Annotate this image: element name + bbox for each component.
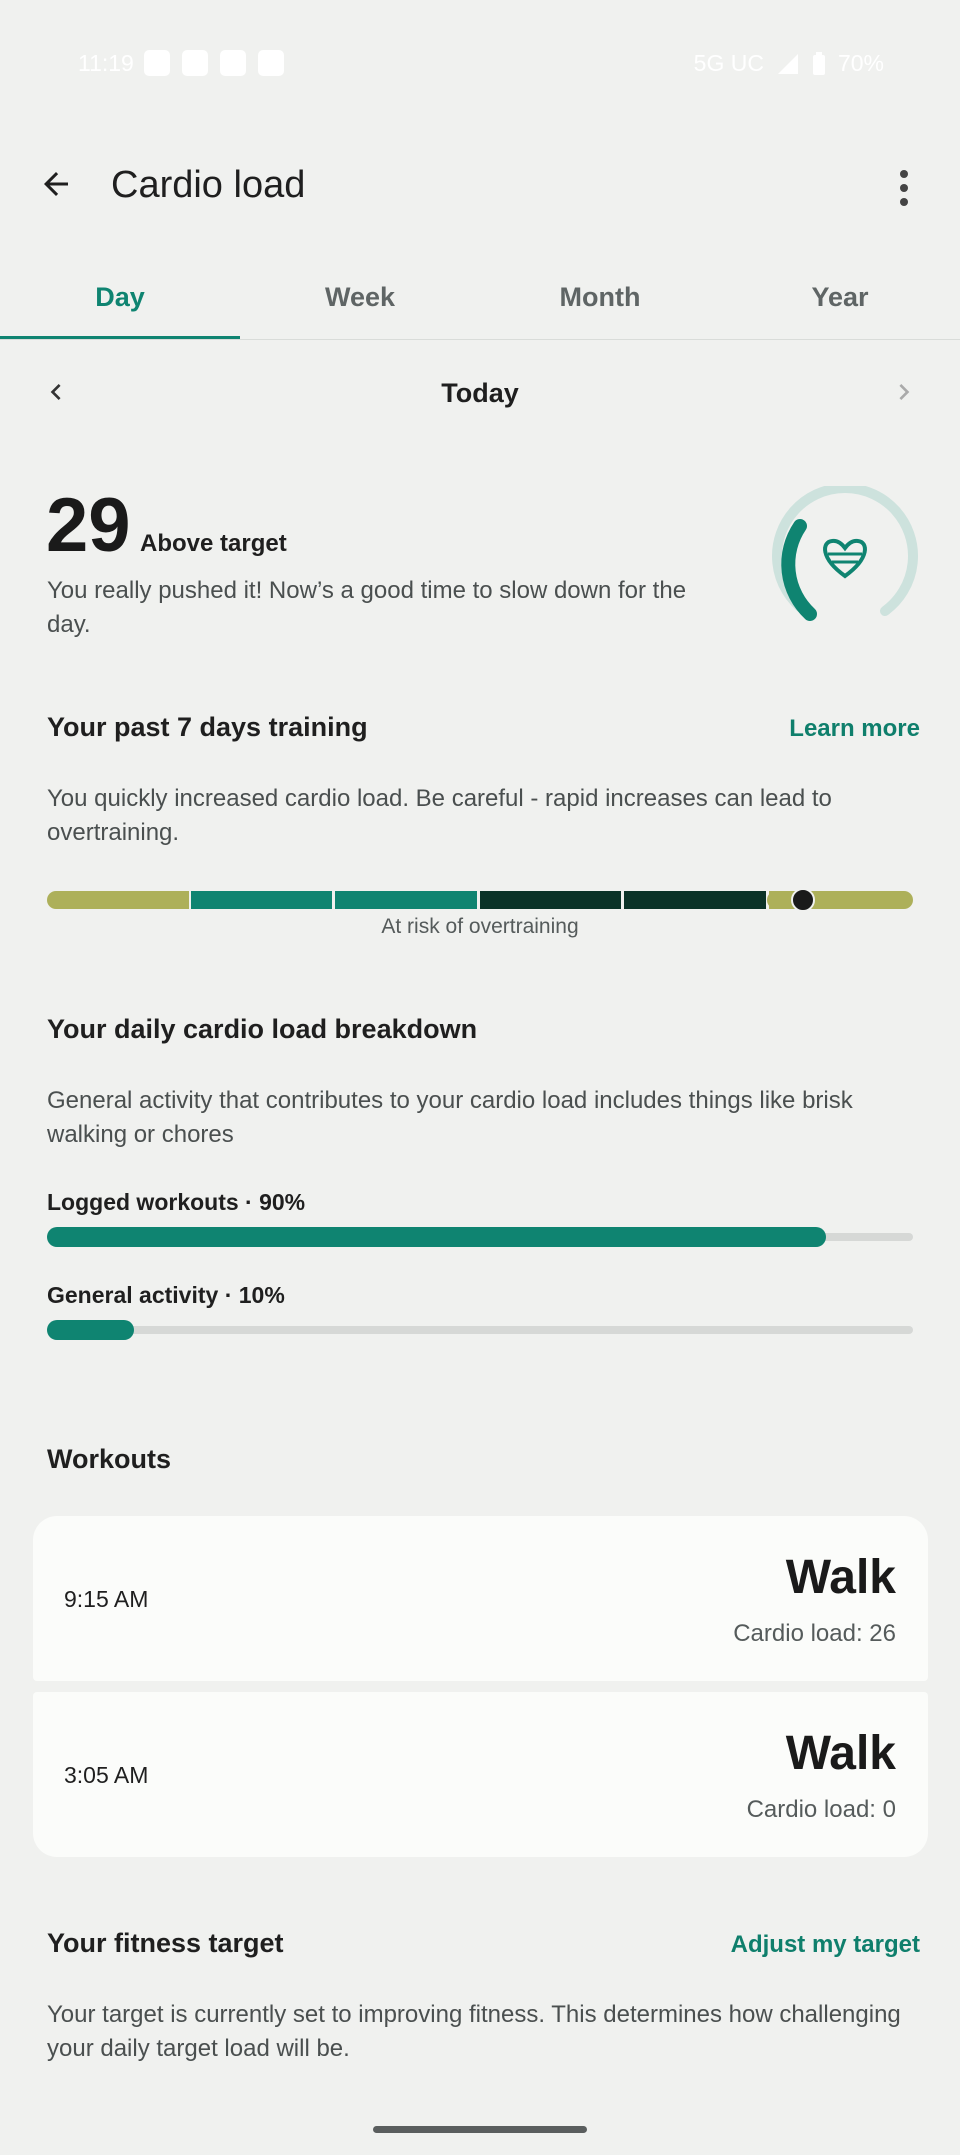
network-label: 5G UC — [693, 50, 764, 76]
cardio-load-gauge — [770, 483, 920, 626]
workout-card[interactable]: 3:05 AM Walk Cardio load: 0 — [33, 1692, 928, 1857]
gauge-ring — [772, 483, 918, 621]
status-right: 5G UC 70% — [694, 50, 884, 77]
tab-year[interactable]: Year — [720, 270, 960, 340]
chevron-left-icon — [50, 384, 61, 400]
score-description: You really pushed it! Now’s a good time … — [47, 577, 687, 638]
more-vert-icon — [900, 170, 908, 178]
workouts-title: Workouts — [47, 1444, 172, 1474]
fitness-target-title: Your fitness target — [47, 1928, 284, 1958]
page-title: Cardio load — [111, 164, 306, 206]
workout-time: 3:05 AM — [64, 1762, 149, 1788]
logged-workouts-fill — [47, 1227, 827, 1247]
training-description: You quickly increased cardio load. Be ca… — [47, 785, 832, 846]
general-activity-label: General activity · 10% — [47, 1282, 285, 1308]
tab-month[interactable]: Month — [480, 270, 720, 340]
workout-cardio-load: Cardio load: 26 — [733, 1620, 896, 1647]
logged-workouts-progress — [47, 1227, 913, 1247]
status-time: 11:19 — [78, 50, 134, 76]
notification-icons — [144, 50, 284, 76]
next-day-button[interactable] — [886, 374, 922, 410]
training-title: Your past 7 days training — [47, 712, 368, 742]
workout-cardio-load: Cardio load: 0 — [746, 1796, 896, 1823]
workout-type: Walk — [785, 1551, 896, 1604]
learn-more-link[interactable]: Learn more — [789, 715, 920, 743]
youtube-icon — [182, 50, 208, 76]
date-label: Today — [441, 378, 519, 408]
more-options-button[interactable] — [880, 164, 928, 212]
battery-icon — [812, 51, 825, 75]
heart-icon — [823, 538, 867, 579]
tab-day[interactable]: Day — [0, 270, 240, 340]
training-zone-bar — [47, 888, 913, 912]
adjust-target-link[interactable]: Adjust my target — [731, 1931, 920, 1959]
fitness-target-description: Your target is currently set to improvin… — [47, 2001, 901, 2062]
general-activity-fill — [47, 1320, 134, 1340]
battery-label: 70% — [837, 50, 884, 76]
breakdown-title: Your daily cardio load breakdown — [47, 1014, 478, 1044]
tab-week[interactable]: Week — [240, 270, 480, 340]
back-button[interactable] — [32, 160, 80, 208]
linkedin-icon — [258, 50, 284, 76]
general-activity-progress — [47, 1320, 913, 1340]
arrow-back-icon — [44, 172, 68, 196]
workout-type: Walk — [785, 1727, 896, 1780]
home-indicator[interactable] — [373, 2126, 587, 2133]
training-caption: At risk of overtraining — [381, 915, 579, 938]
signal-icon — [777, 53, 798, 74]
chevron-right-icon — [899, 384, 910, 400]
tabs-divider — [0, 339, 960, 340]
logged-workouts-label: Logged workouts · 90% — [47, 1189, 306, 1215]
score-status: Above target — [140, 530, 287, 557]
cardio-load-score: 29 — [46, 483, 131, 568]
breakdown-description: General activity that contributes to you… — [47, 1087, 853, 1148]
workout-card[interactable]: 9:15 AM Walk Cardio load: 26 — [33, 1516, 928, 1681]
mail-icon — [220, 50, 246, 76]
status-bar: 11:19 5G UC 70% — [0, 0, 960, 128]
whatsapp-icon — [144, 50, 170, 76]
current-load-marker — [791, 888, 815, 912]
previous-day-button[interactable] — [38, 374, 74, 410]
workout-time: 9:15 AM — [64, 1586, 149, 1612]
period-tabs: Day Week Month Year — [0, 270, 960, 340]
